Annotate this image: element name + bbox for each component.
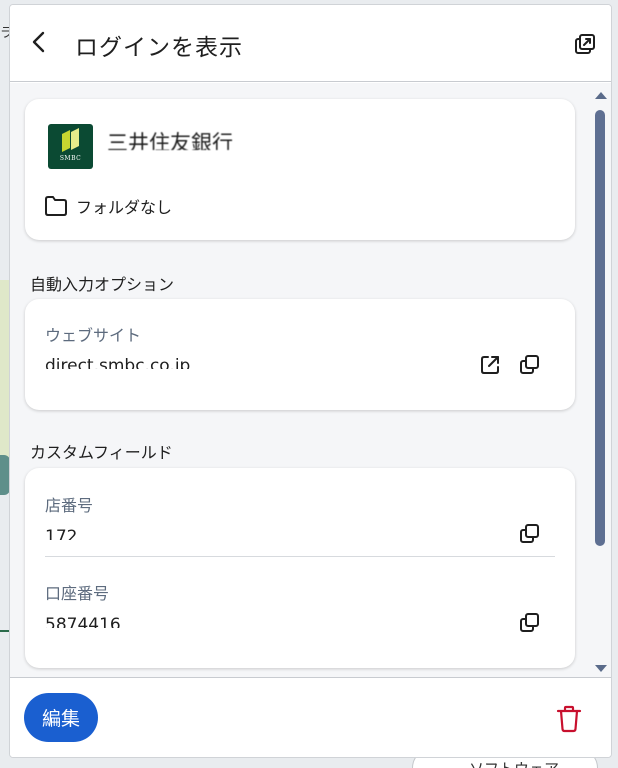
copy-account-number-icon[interactable] [519,612,541,634]
field-divider [45,556,555,557]
open-website-icon[interactable] [479,354,501,376]
panel-header: ログインを表示 [10,5,611,82]
popout-icon[interactable] [574,33,596,55]
folder-label: フォルダなし [76,198,173,217]
branch-number-value[interactable]: 172 [45,528,85,540]
scroll-down-arrow-icon[interactable] [595,665,607,672]
trash-icon[interactable] [556,705,582,733]
bank-logo: SMBC [48,124,93,169]
website-label: ウェブサイト [45,326,142,345]
account-number-label: 口座番号 [45,584,110,603]
panel-footer: 編集 [10,677,611,757]
scroll-up-arrow-icon[interactable] [595,92,607,99]
bank-logo-text: SMBC [59,155,82,162]
copy-branch-number-icon[interactable] [519,523,541,545]
page-title: ログインを表示 [75,35,243,61]
website-value[interactable]: direct.smbc.co.jp [45,357,195,369]
autofill-section-title: 自動入力オプション [30,275,175,294]
bank-logo-mark-icon [62,128,79,152]
copy-website-icon[interactable] [519,354,541,376]
account-number-value[interactable]: 5874416 [45,616,135,628]
folder-row: フォルダなし [44,194,172,218]
branch-number-label: 店番号 [45,496,94,515]
chevron-left-icon[interactable] [24,27,54,57]
view-login-panel: ログインを表示 SMBC 三井住友銀行 フォルダなし 自動入力オプション ウェブ… [9,4,612,758]
details-content: SMBC 三井住友銀行 フォルダなし 自動入力オプション ウェブサイト dire… [10,83,611,677]
vertical-scrollbar[interactable] [592,83,608,677]
custom-fields-section-title: カスタムフィールド [30,443,173,462]
edit-button[interactable]: 編集 [24,693,98,742]
account-card: SMBC 三井住友銀行 フォルダなし [25,99,575,240]
account-name: 三井住友銀行 [107,131,233,150]
scrollbar-thumb[interactable] [595,110,605,546]
custom-fields-card: 店番号 172 口座番号 5874416 [25,468,575,668]
website-card: ウェブサイト direct.smbc.co.jp [25,299,575,410]
folder-icon [45,196,67,216]
